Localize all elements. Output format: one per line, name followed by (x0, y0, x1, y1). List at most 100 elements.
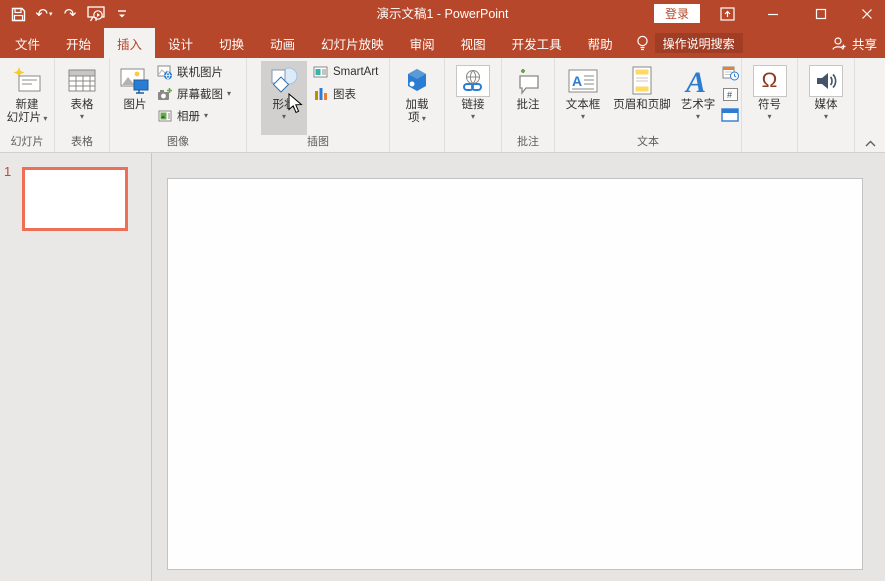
slide-number-button[interactable]: # (719, 85, 741, 103)
sign-in-button[interactable]: 登录 (654, 4, 700, 23)
picture-button[interactable]: 图片 (113, 61, 157, 135)
link-label: 链接 (462, 99, 485, 112)
object-button[interactable] (719, 106, 741, 124)
slide-thumbnail-panel[interactable]: 1 (0, 153, 152, 581)
new-slide-button[interactable]: 新建 幻灯片 (1, 61, 53, 135)
ribbon-spacer (855, 58, 885, 152)
slide-number: 1 (4, 164, 11, 179)
title-bar: ↶▾ ↷ 演示文稿1 - PowerPoint 登录 (0, 0, 885, 28)
group-links: 链接 (445, 58, 502, 152)
share-button[interactable]: 共享 (831, 28, 877, 58)
dropdown-arrow-icon (581, 112, 585, 121)
link-icon (456, 63, 490, 99)
addins-icon (402, 63, 432, 99)
tab-review[interactable]: 审阅 (397, 28, 448, 58)
album-button[interactable]: 相册 (157, 107, 231, 125)
dropdown-arrow-icon (204, 110, 208, 122)
symbol-label: 符号 (758, 99, 781, 112)
online-pictures-label: 联机图片 (177, 64, 223, 80)
tab-slideshow[interactable]: 幻灯片放映 (308, 28, 397, 58)
group-illustrations: 形状 SmartArt (247, 58, 390, 152)
screenshot-button[interactable]: 屏幕截图 (157, 85, 231, 103)
tab-help[interactable]: 帮助 (575, 28, 626, 58)
tab-file[interactable]: 文件 (2, 28, 53, 58)
picture-icon (119, 63, 151, 99)
date-time-button[interactable] (719, 64, 741, 82)
illustrations-small-buttons: SmartArt 图表 (307, 61, 378, 103)
dropdown-arrow-icon (471, 112, 475, 121)
ribbon-display-options-button[interactable] (712, 0, 742, 28)
maximize-icon (815, 8, 827, 20)
tell-me-search[interactable]: 操作说明搜索 (655, 33, 743, 53)
tab-view[interactable]: 视图 (448, 28, 499, 58)
addins-button[interactable]: 加载 项 (392, 61, 442, 135)
tab-developer[interactable]: 开发工具 (499, 28, 575, 58)
header-footer-button[interactable]: 页眉和页脚 (607, 61, 677, 135)
lightbulb-icon (636, 35, 649, 52)
group-media: 媒体 (798, 58, 855, 152)
slide-canvas[interactable] (167, 178, 863, 570)
group-label-tables: 表格 (55, 135, 109, 152)
comment-label: 批注 (517, 99, 540, 112)
omega-glyph: Ω (762, 69, 778, 93)
media-label: 媒体 (815, 99, 838, 112)
picture-label: 图片 (124, 99, 147, 112)
ribbon-display-options-icon (720, 7, 735, 21)
chart-button[interactable]: 图表 (313, 85, 378, 103)
ribbon: 新建 幻灯片 幻灯片 表格 表格 (0, 58, 885, 153)
tab-design[interactable]: 设计 (155, 28, 206, 58)
group-label-illustrations: 插图 (247, 135, 389, 152)
group-label-symbols (742, 135, 797, 152)
media-button[interactable]: 媒体 (801, 61, 851, 135)
new-slide-label-1: 新建 (16, 99, 39, 112)
group-label-media (798, 135, 854, 152)
new-slide-label-2: 幻灯片 (7, 112, 48, 125)
textbox-button[interactable]: A 文本框 (559, 61, 607, 135)
minimize-button[interactable] (758, 0, 788, 28)
smartart-icon (313, 65, 329, 79)
table-button[interactable]: 表格 (58, 61, 106, 135)
header-footer-label: 页眉和页脚 (613, 99, 671, 112)
date-time-icon (722, 65, 739, 81)
comment-icon (512, 63, 544, 99)
smartart-label: SmartArt (333, 66, 378, 78)
close-icon (861, 8, 873, 20)
addins-label-2: 项 (408, 112, 426, 125)
slide-thumbnail-1[interactable] (22, 167, 128, 231)
group-tables: 表格 表格 (55, 58, 110, 152)
workspace: 1 (0, 153, 885, 581)
chart-icon (313, 87, 329, 101)
dropdown-arrow-icon (227, 88, 231, 100)
comment-button[interactable]: 批注 (504, 61, 552, 135)
group-comments: 批注 批注 (502, 58, 555, 152)
media-icon (809, 63, 843, 99)
wordart-button[interactable]: A 艺术字 (677, 61, 719, 135)
symbol-button[interactable]: Ω 符号 (745, 61, 795, 135)
group-label-text: 文本 (555, 135, 741, 152)
tab-transitions[interactable]: 切换 (206, 28, 257, 58)
group-label-links (445, 135, 501, 152)
group-images: 图片 联机图片 (110, 58, 247, 152)
online-pictures-button[interactable]: 联机图片 (157, 63, 231, 81)
online-pictures-icon (157, 65, 173, 80)
tab-animations[interactable]: 动画 (257, 28, 308, 58)
mouse-cursor (288, 93, 303, 114)
collapse-ribbon-button[interactable] (861, 136, 879, 150)
addins-label-1: 加载 (406, 99, 429, 112)
group-slides: 新建 幻灯片 幻灯片 (0, 58, 55, 152)
person-add-icon (831, 36, 847, 51)
dropdown-arrow-icon (767, 112, 771, 121)
maximize-button[interactable] (806, 0, 836, 28)
link-button[interactable]: 链接 (448, 61, 498, 135)
tab-home[interactable]: 开始 (53, 28, 104, 58)
textbox-icon: A (567, 63, 599, 99)
close-button[interactable] (852, 0, 882, 28)
chevron-up-icon (865, 140, 876, 147)
ribbon-tab-bar: 文件 开始 插入 设计 切换 动画 幻灯片放映 审阅 视图 开发工具 帮助 操作… (0, 28, 885, 58)
table-label: 表格 (71, 99, 94, 112)
window-title: 演示文稿1 - PowerPoint (0, 0, 885, 28)
group-label-images: 图像 (110, 135, 246, 152)
smartart-button[interactable]: SmartArt (313, 63, 378, 81)
dropdown-arrow-icon (41, 112, 47, 124)
tab-insert[interactable]: 插入 (104, 28, 155, 58)
